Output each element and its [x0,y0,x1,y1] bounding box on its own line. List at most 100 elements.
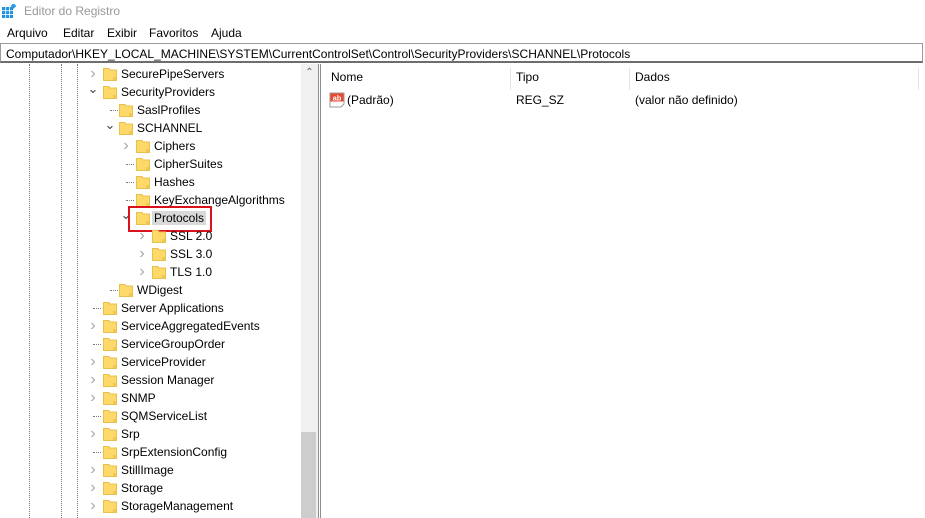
tree-node-label[interactable]: ServiceProvider [119,355,208,369]
folder-icon [119,283,133,297]
menu-bar: Arquivo Editar Exibir Favoritos Ajuda [0,23,925,42]
tree-node[interactable]: › ServiceAggregatedEvents [0,317,300,335]
tree-node[interactable]: Server Applications [0,299,300,317]
folder-icon [136,157,150,171]
chevron-right-icon[interactable]: › [87,317,99,335]
tree-node[interactable]: › Srp [0,425,300,443]
column-separator[interactable] [918,68,919,90]
chevron-right-icon[interactable]: › [87,479,99,497]
registry-editor-icon [2,4,16,18]
column-separator[interactable] [510,68,511,90]
folder-icon [103,355,117,369]
address-path[interactable]: Computador\HKEY_LOCAL_MACHINE\SYSTEM\Cur… [6,47,630,61]
tree-node[interactable]: › SSL 3.0 [0,245,300,263]
folder-icon [103,499,117,513]
tree-node[interactable]: › StorageManagement [0,497,300,515]
chevron-right-icon[interactable]: › [136,263,148,281]
values-list[interactable]: Nome Tipo Dados ab (Padrão) REG_SZ (valo… [321,64,925,518]
tree-node-label[interactable]: Ciphers [152,139,197,153]
chevron-down-icon[interactable]: ⌄ [87,82,99,101]
folder-icon [103,373,117,387]
menu-favoritos[interactable]: Favoritos [149,26,198,40]
column-header-type[interactable]: Tipo [516,64,539,88]
tree-node-label[interactable]: Server Applications [119,301,226,315]
chevron-right-icon[interactable]: › [87,461,99,479]
column-header-data[interactable]: Dados [635,64,670,88]
tree-node-label[interactable]: ServiceGroupOrder [119,337,227,351]
tree-node-label[interactable]: Session Manager [119,373,216,387]
folder-icon [103,427,117,441]
tree-scrollbar[interactable]: ⌃ [301,64,318,518]
chevron-right-icon[interactable]: › [87,497,99,515]
folder-icon [103,481,117,495]
menu-ajuda[interactable]: Ajuda [211,26,242,40]
value-row[interactable]: ab (Padrão) REG_SZ (valor não definido) [321,91,921,109]
folder-icon [103,409,117,423]
chevron-right-icon[interactable]: › [136,227,148,245]
tree-connector [93,416,101,417]
value-data: (valor não definido) [635,93,738,107]
tree-node[interactable]: ServiceGroupOrder [0,335,300,353]
tree-node-label[interactable]: Hashes [152,175,197,189]
chevron-down-icon[interactable]: ⌄ [104,118,116,137]
menu-editar[interactable]: Editar [63,26,94,40]
tree-node[interactable]: › Session Manager [0,371,300,389]
folder-icon [103,337,117,351]
address-bar[interactable]: Computador\HKEY_LOCAL_MACHINE\SYSTEM\Cur… [0,43,923,63]
svg-text:ab: ab [333,94,342,103]
chevron-right-icon[interactable]: › [120,137,132,155]
tree-node-label[interactable]: StorageManagement [119,499,235,513]
chevron-right-icon[interactable]: › [87,425,99,443]
tree-node-label[interactable]: WDigest [135,283,184,297]
tree-node-label[interactable]: Srp [119,427,142,441]
tree-node[interactable]: CipherSuites [0,155,300,173]
scroll-up-arrow-icon[interactable]: ⌃ [301,64,318,81]
tree-node-label[interactable]: Storage [119,481,165,495]
tree-node-label[interactable]: CipherSuites [152,157,225,171]
tree-node-label[interactable]: ServiceAggregatedEvents [119,319,262,333]
tree-node-label[interactable]: SSL 3.0 [168,247,214,261]
tree-node[interactable]: SQMServiceList [0,407,300,425]
tree-node-label[interactable]: SSL 2.0 [168,229,214,243]
chevron-right-icon[interactable]: › [87,389,99,407]
tree-node[interactable]: › SSL 2.0 [0,227,300,245]
menu-arquivo[interactable]: Arquivo [7,26,48,40]
tree-node-label[interactable]: SecurityProviders [119,85,217,99]
chevron-right-icon[interactable]: › [136,245,148,263]
tree-node[interactable]: › StillImage [0,461,300,479]
tree-node[interactable]: SrpExtensionConfig [0,443,300,461]
column-header-name[interactable]: Nome [331,64,363,88]
tree-node-label[interactable]: KeyExchangeAlgorithms [152,193,287,207]
tree-node-label[interactable]: SecurePipeServers [119,67,226,81]
tree-node-label[interactable]: SrpExtensionConfig [119,445,229,459]
tree-node[interactable]: › SNMP [0,389,300,407]
tree-node[interactable]: ⌄ SCHANNEL [0,118,300,137]
tree-node[interactable]: › Storage [0,479,300,497]
tree-node-label[interactable]: SCHANNEL [135,121,204,135]
tree-node-label[interactable]: SNMP [119,391,158,405]
tree-node-label[interactable]: TLS 1.0 [168,265,214,279]
scroll-thumb[interactable] [301,432,316,518]
folder-icon [103,445,117,459]
tree-node[interactable]: Hashes [0,173,300,191]
tree-node-label[interactable]: StillImage [119,463,176,477]
tree-node-label[interactable]: SaslProfiles [135,103,202,117]
chevron-right-icon[interactable]: › [87,371,99,389]
tree-node[interactable]: › ServiceProvider [0,353,300,371]
folder-icon [119,121,133,135]
tree-node[interactable]: ⌄ SecurityProviders [0,82,300,101]
menu-exibir[interactable]: Exibir [107,26,137,40]
chevron-right-icon[interactable]: › [87,353,99,371]
tree-node-label[interactable]: SQMServiceList [119,409,209,423]
tree-node[interactable]: WDigest [0,281,300,299]
tree-connector [126,200,134,201]
tree-node[interactable]: SaslProfiles [0,101,300,119]
registry-tree[interactable]: › SecurePipeServers ⌄ SecurityProviders Sasl… [0,64,318,518]
tree-node[interactable]: › SecurePipeServers [0,65,300,83]
value-name: (Padrão) [347,93,394,107]
tree-connector [126,164,134,165]
folder-icon [103,319,117,333]
column-separator[interactable] [629,68,630,90]
tree-node[interactable]: › Ciphers [0,137,300,155]
tree-node[interactable]: › TLS 1.0 [0,263,300,281]
